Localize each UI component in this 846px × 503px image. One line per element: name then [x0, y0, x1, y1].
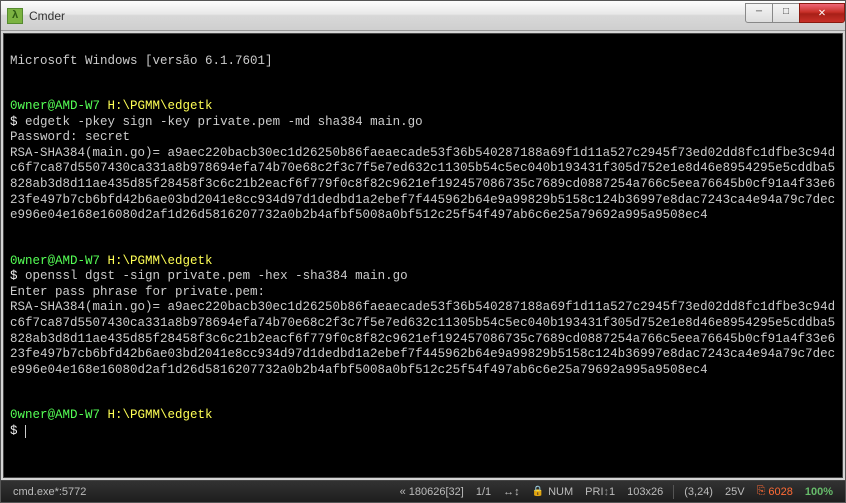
prompt-user: 0wner@AMD-W7 [10, 99, 100, 113]
prompt-user: 0wner@AMD-W7 [10, 408, 100, 422]
maximize-button[interactable]: □ [772, 3, 800, 23]
terminal-area[interactable]: Microsoft Windows [versão 6.1.7601] 0wne… [3, 33, 843, 478]
prompt-path: H:\PGMM\edgetk [108, 254, 213, 268]
os-banner: Microsoft Windows [versão 6.1.7601] [10, 54, 273, 68]
hash-output-2: RSA-SHA384(main.go)= a9aec220bacb30ec1d2… [10, 300, 835, 377]
window-title: Cmder [29, 9, 746, 23]
prompt-path: H:\PGMM\edgetk [108, 408, 213, 422]
lock-icon: 🔒 [532, 486, 544, 497]
command-2: openssl dgst -sign private.pem -hex -sha… [25, 269, 408, 283]
minimize-button[interactable]: ─ [745, 3, 773, 23]
command-1: edgetk -pkey sign -key private.pem -md s… [25, 115, 423, 129]
statusbar: cmd.exe*:5772 « 180626[32] 1/1 ↔↕ 🔒 NUM P… [1, 480, 845, 502]
password-label: Password: [10, 130, 78, 144]
status-num: NUM [548, 486, 573, 498]
status-cursor: (3,24) [684, 486, 713, 498]
prompt-symbol: $ [10, 424, 18, 438]
status-lineinfo: « 180626[32] [400, 486, 464, 498]
status-pri: PRI [585, 486, 603, 498]
cursor [25, 425, 26, 438]
titlebar[interactable]: λ Cmder ─ □ ✕ [1, 1, 845, 31]
password-value: secret [85, 130, 130, 144]
status-percent: 100% [805, 486, 833, 498]
passphrase-prompt: Enter pass phrase for private.pem: [10, 285, 265, 299]
hash-output-1: RSA-SHA384(main.go)= a9aec220bacb30ec1d2… [10, 146, 835, 223]
app-icon: λ [7, 8, 23, 24]
status-vt: 25V [725, 486, 745, 498]
prompt-user: 0wner@AMD-W7 [10, 254, 100, 268]
status-pos: 1/1 [476, 486, 491, 498]
status-dims: 103x26 [627, 486, 663, 498]
close-button[interactable]: ✕ [799, 3, 845, 23]
status-arrows: ↔↕ [503, 486, 520, 498]
app-window: λ Cmder ─ □ ✕ Microsoft Windows [versão … [0, 0, 846, 503]
prompt-path: H:\PGMM\edgetk [108, 99, 213, 113]
window-controls: ─ □ ✕ [746, 3, 845, 23]
status-pri-count: 1 [609, 486, 615, 498]
status-connection[interactable]: ⎘6028 [757, 485, 793, 498]
status-process[interactable]: cmd.exe*:5772 [13, 486, 86, 498]
prompt-symbol: $ [10, 115, 18, 129]
prompt-symbol: $ [10, 269, 18, 283]
